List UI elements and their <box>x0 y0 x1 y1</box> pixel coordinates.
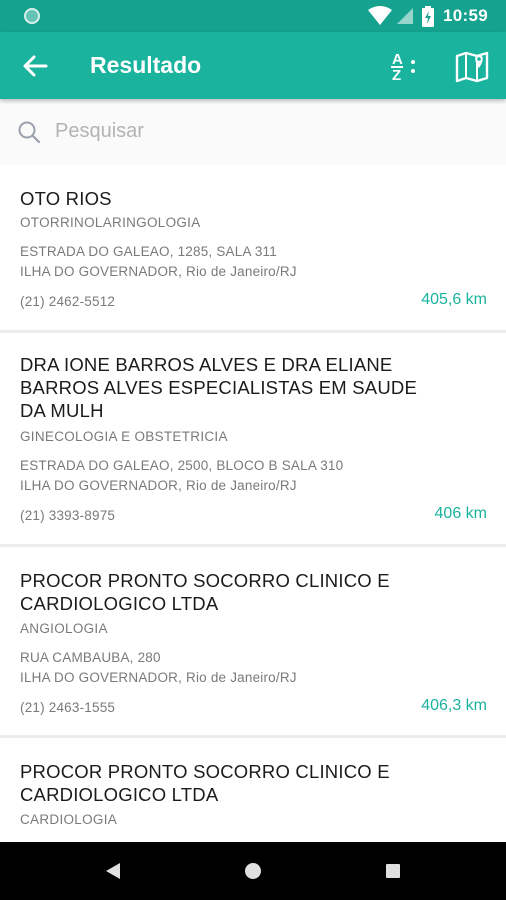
result-specialty: CARDIOLOGIA <box>20 812 118 827</box>
search-bar[interactable]: Pesquisar <box>0 99 506 165</box>
page-title: Resultado <box>90 52 202 78</box>
result-name: PROCOR PRONTO SOCORRO CLINICO E CARDIOLO… <box>20 570 390 614</box>
result-card[interactable]: DRA IONE BARROS ALVES E DRA ELIANE BARRO… <box>0 333 506 544</box>
notification-dot-icon <box>24 8 40 24</box>
wifi-icon <box>368 6 392 25</box>
signal-icon <box>397 8 413 24</box>
result-phone[interactable]: (21) 3393-8975 <box>20 508 115 523</box>
result-specialty: OTORRINOLARINGOLOGIA <box>20 215 201 230</box>
status-bar: 10:59 <box>0 0 506 32</box>
result-card[interactable]: OTO RIOS OTORRINOLARINGOLOGIA ESTRADA DO… <box>0 165 506 330</box>
result-specialty: ANGIOLOGIA <box>20 621 108 636</box>
result-distance: 405,6 km <box>421 291 487 308</box>
result-distance: 406 km <box>434 505 487 522</box>
result-name: PROCOR PRONTO SOCORRO CLINICO E CARDIOLO… <box>20 761 390 805</box>
nav-home-icon[interactable] <box>223 842 283 900</box>
nav-recents-icon[interactable] <box>363 842 423 900</box>
result-address-line2: ILHA DO GOVERNADOR, Rio de Janeiro/RJ <box>20 670 297 685</box>
sort-az-icon[interactable]: A Z <box>386 49 422 83</box>
result-address-line2: ILHA DO GOVERNADOR, Rio de Janeiro/RJ <box>20 264 297 279</box>
map-icon[interactable] <box>454 48 490 84</box>
app-bar: Resultado A Z <box>0 32 506 99</box>
result-distance: 406,3 km <box>421 697 487 714</box>
back-arrow-icon[interactable] <box>20 51 50 81</box>
result-specialty: GINECOLOGIA E OBSTETRICIA <box>20 429 228 444</box>
result-card[interactable]: PROCOR PRONTO SOCORRO CLINICO E CARDIOLO… <box>0 547 506 735</box>
result-address-line1: RUA CAMBAUBA, 280 <box>20 650 161 665</box>
search-input[interactable]: Pesquisar <box>55 120 144 143</box>
sort-label-a: A <box>392 51 403 68</box>
result-address-line1: ESTRADA DO GALEAO, 2500, BLOCO B SALA 31… <box>20 458 344 473</box>
clock: 10:59 <box>443 6 488 25</box>
system-nav-bar <box>0 842 506 900</box>
result-name: OTO RIOS <box>20 188 112 209</box>
search-icon <box>18 121 41 144</box>
result-address-line1: ESTRADA DO GALEAO, 1285, SALA 311 <box>20 244 277 259</box>
result-phone[interactable]: (21) 2463-1555 <box>20 700 115 715</box>
result-name: DRA IONE BARROS ALVES E DRA ELIANE BARRO… <box>20 354 417 421</box>
result-address-line2: ILHA DO GOVERNADOR, Rio de Janeiro/RJ <box>20 478 297 493</box>
nav-back-icon[interactable] <box>84 842 144 900</box>
results-list[interactable]: OTO RIOS OTORRINOLARINGOLOGIA ESTRADA DO… <box>0 165 506 842</box>
sort-label-z: Z <box>392 67 401 83</box>
result-card[interactable]: PROCOR PRONTO SOCORRO CLINICO E CARDIOLO… <box>0 738 506 842</box>
battery-icon <box>422 6 434 27</box>
result-phone[interactable]: (21) 2462-5512 <box>20 294 115 309</box>
